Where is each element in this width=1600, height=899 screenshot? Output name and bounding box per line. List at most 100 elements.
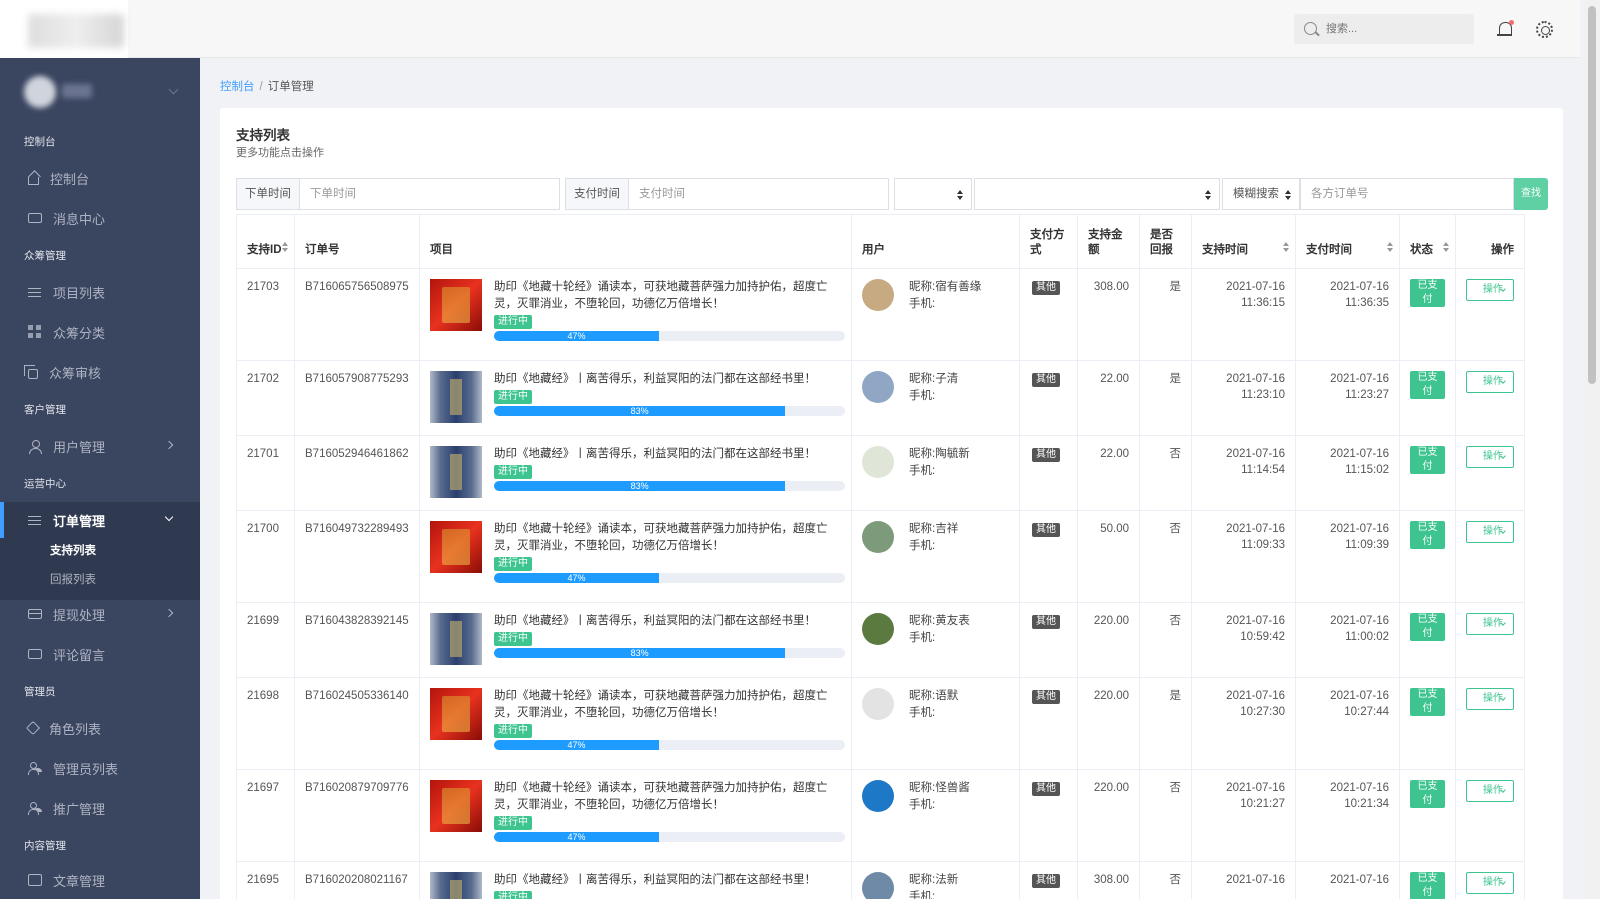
cell-support-time: 2021-07-16	[1191, 861, 1296, 899]
sort-icon[interactable]	[1443, 242, 1449, 252]
status-badge: 已支付	[1410, 521, 1445, 549]
progress-fill: 47%	[494, 740, 659, 750]
filter-select-1[interactable]	[894, 178, 972, 210]
reward-flag: 是	[1169, 690, 1182, 702]
user-nickname: 昵称:陶毓新	[909, 448, 970, 460]
search-mode-select[interactable]: 模糊搜索	[1222, 178, 1300, 210]
search-icon	[1304, 22, 1317, 35]
project-thumbnail[interactable]	[430, 780, 482, 832]
project-thumbnail[interactable]	[430, 613, 482, 665]
chevron-down-icon	[164, 512, 174, 522]
header-search[interactable]	[1294, 14, 1474, 44]
pay-clock: 11:36:35	[1345, 297, 1389, 309]
sidebar-item-users[interactable]: 用户管理	[0, 428, 200, 464]
search-button[interactable]: 查找	[1514, 178, 1548, 210]
order-id: 21699	[247, 615, 279, 627]
project-title[interactable]: 助印《地藏经》丨离苦得乐，利益冥阳的法门都在这部经书里！	[494, 446, 844, 463]
project-thumbnail[interactable]	[430, 521, 482, 573]
project-thumbnail[interactable]	[430, 371, 482, 423]
order-no-field[interactable]: 各方订单号	[1300, 178, 1514, 210]
sidebar-item-messages[interactable]: 消息中心	[0, 200, 200, 236]
sidebar-item-label: 评论留言	[53, 647, 106, 663]
pay-time-field[interactable]: 支付时间	[629, 178, 889, 210]
cell-pay-method: 其他	[1019, 677, 1078, 770]
table-row: 21700 B716049732289493 助印《地藏十轮经》诵读本，可获地藏菩萨…	[236, 510, 1525, 603]
sort-icon[interactable]	[282, 242, 288, 252]
project-title[interactable]: 助印《地藏十轮经》诵读本，可获地藏菩萨强力加持护佑，超度亡灵，灭罪消业，不堕轮回…	[494, 780, 844, 814]
cell-order-no: B716020879709776	[294, 769, 420, 862]
col-status[interactable]: 状态	[1399, 214, 1456, 269]
amount: 220.00	[1093, 690, 1129, 702]
project-title[interactable]: 助印《地藏十轮经》诵读本，可获地藏菩萨强力加持护佑，超度亡灵，灭罪消业，不堕轮回…	[494, 521, 844, 555]
sidebar-item-comments[interactable]: 评论留言	[0, 636, 200, 672]
status-badge: 已支付	[1410, 279, 1445, 307]
breadcrumb: 控制台 / 订单管理	[220, 78, 314, 94]
support-clock: 11:09:33	[1241, 539, 1285, 551]
sidebar-item-withdrawals[interactable]: 提现处理	[0, 596, 200, 632]
sidebar-item-articles[interactable]: 文章管理	[0, 862, 200, 898]
action-dropdown-button[interactable]: 操作	[1466, 279, 1514, 301]
cell-action: 操作	[1455, 360, 1525, 436]
breadcrumb-root[interactable]: 控制台	[220, 81, 255, 93]
action-dropdown-button[interactable]: 操作	[1466, 613, 1514, 635]
project-thumbnail[interactable]	[430, 279, 482, 331]
action-dropdown-button[interactable]: 操作	[1466, 371, 1514, 393]
project-thumbnail[interactable]	[430, 872, 482, 899]
order-number: B716049732289493	[305, 523, 409, 535]
page-scrollbar[interactable]	[1584, 0, 1600, 899]
cell-pay-time: 2021-07-16 11:36:35	[1295, 268, 1400, 361]
sidebar-item-dashboard[interactable]: 控制台	[0, 160, 200, 196]
list-icon	[28, 285, 42, 299]
support-date: 2021-07-16	[1226, 523, 1285, 535]
sidebar-item-projects[interactable]: 项目列表	[0, 274, 200, 310]
progress-fill: 83%	[494, 406, 786, 416]
sidebar-item-promotion[interactable]: 推广管理	[0, 790, 200, 826]
sidebar-item-admin-list[interactable]: 管理员列表	[0, 750, 200, 786]
project-title[interactable]: 助印《地藏经》丨离苦得乐，利益冥阳的法门都在这部经书里！	[494, 872, 844, 889]
project-title[interactable]: 助印《地藏经》丨离苦得乐，利益冥阳的法门都在这部经书里！	[494, 613, 844, 630]
user-phone: 手机:	[909, 540, 936, 552]
project-thumbnail[interactable]	[430, 688, 482, 740]
action-dropdown-button[interactable]: 操作	[1466, 446, 1514, 468]
project-title[interactable]: 助印《地藏经》丨离苦得乐，利益冥阳的法门都在这部经书里！	[494, 371, 844, 388]
sidebar-item-review[interactable]: 众筹审核	[0, 354, 200, 390]
subitem-reward-list[interactable]: 回报列表	[50, 571, 96, 587]
order-time-field[interactable]: 下单时间	[300, 178, 560, 210]
gear-icon[interactable]	[1536, 21, 1553, 38]
sidebar-user[interactable]	[0, 58, 200, 124]
cell-pay-time: 2021-07-16 11:23:27	[1295, 360, 1400, 436]
sidebar-item-categories[interactable]: 众筹分类	[0, 314, 200, 350]
cell-user: 昵称:怪兽酱 手机:	[851, 769, 1020, 862]
filter-select-2[interactable]	[974, 178, 1220, 210]
sort-icon[interactable]	[1283, 242, 1289, 252]
avatar	[862, 872, 894, 899]
section-title-crowdfunding: 众筹管理	[24, 250, 66, 262]
user-nickname: 昵称:语默	[909, 690, 959, 702]
sort-icon[interactable]	[1387, 242, 1393, 252]
scrollbar-thumb[interactable]	[1588, 6, 1596, 384]
sidebar-item-orders[interactable]: 订单管理	[0, 502, 200, 538]
sidebar-item-roles[interactable]: 角色列表	[0, 710, 200, 746]
cell-id: 21703	[236, 268, 295, 361]
col-id[interactable]: 支持ID	[236, 214, 295, 269]
pay-clock: 11:09:39	[1345, 539, 1389, 551]
project-title[interactable]: 助印《地藏十轮经》诵读本，可获地藏菩萨强力加持护佑，超度亡灵，灭罪消业，不堕轮回…	[494, 688, 844, 722]
col-label: 支持金额	[1088, 229, 1123, 256]
subitem-support-list[interactable]: 支持列表	[50, 542, 96, 558]
pay-date: 2021-07-16	[1330, 690, 1389, 702]
cell-status: 已支付	[1399, 602, 1456, 678]
col-support-time[interactable]: 支持时间	[1191, 214, 1296, 269]
search-input[interactable]	[1326, 20, 1466, 38]
project-thumbnail[interactable]	[430, 446, 482, 498]
grid-icon	[28, 325, 42, 339]
support-clock: 10:21:27	[1240, 798, 1285, 810]
action-dropdown-button[interactable]: 操作	[1466, 872, 1514, 894]
project-status-badge: 进行中	[494, 315, 532, 329]
avatar	[862, 371, 894, 403]
project-title[interactable]: 助印《地藏十轮经》诵读本，可获地藏菩萨强力加持护佑，超度亡灵，灭罪消业，不堕轮回…	[494, 279, 844, 313]
action-dropdown-button[interactable]: 操作	[1466, 521, 1514, 543]
action-dropdown-button[interactable]: 操作	[1466, 688, 1514, 710]
reward-flag: 否	[1169, 782, 1182, 794]
col-pay-time[interactable]: 支付时间	[1295, 214, 1400, 269]
action-dropdown-button[interactable]: 操作	[1466, 780, 1514, 802]
